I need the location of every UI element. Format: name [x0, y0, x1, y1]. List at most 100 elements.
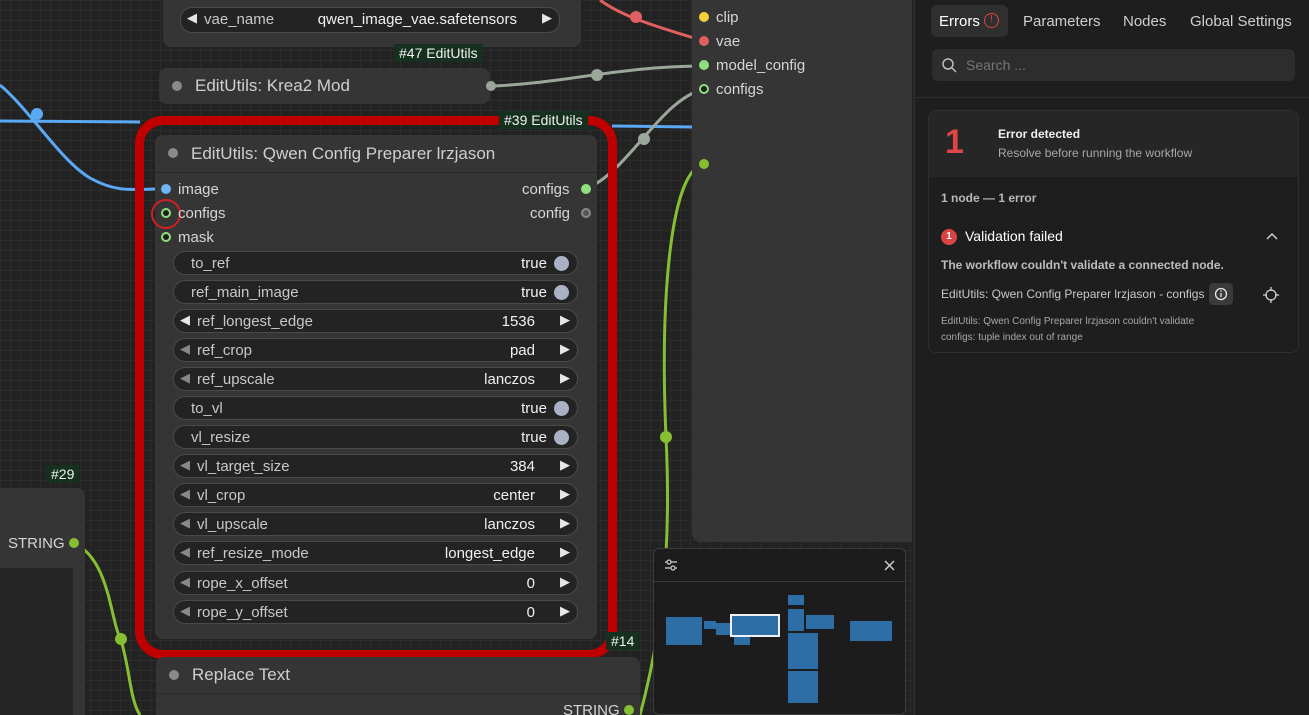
increment-arrow-icon[interactable]: ▶: [560, 544, 570, 560]
node-title: Replace Text: [192, 665, 290, 684]
widget-value: pad: [509, 342, 535, 359]
increment-arrow-icon[interactable]: ▶: [560, 370, 570, 386]
node-29[interactable]: [0, 488, 85, 715]
info-icon[interactable]: [1209, 283, 1233, 305]
decrement-arrow-icon[interactable]: ◀: [180, 486, 190, 502]
toggle-knob-icon[interactable]: [554, 285, 569, 300]
input-slot-string[interactable]: [699, 159, 709, 169]
widget-rope-x-offset[interactable]: ◀ rope_x_offset 0 ▶: [173, 571, 578, 595]
widget-ref-upscale[interactable]: ◀ ref_upscale lanczos ▶: [173, 367, 578, 391]
increment-arrow-icon[interactable]: ▶: [560, 574, 570, 590]
input-label-image: image: [178, 181, 219, 198]
widget-label: ref_resize_mode: [197, 545, 309, 562]
locate-crosshair-icon[interactable]: [1263, 287, 1279, 303]
title-divider: [155, 172, 597, 173]
output-slot-configs[interactable]: [581, 184, 591, 194]
widget-value: 0: [526, 604, 535, 621]
output-slot-string[interactable]: [624, 705, 634, 715]
link-reroute-dot: [660, 431, 672, 443]
tab-nodes[interactable]: Nodes: [1123, 13, 1166, 30]
widget-rope-y-offset[interactable]: ◀ rope_y_offset 0 ▶: [173, 600, 578, 624]
widget-vl-target-size[interactable]: ◀ vl_target_size 384 ▶: [173, 454, 578, 478]
widget-ref-resize-mode[interactable]: ◀ ref_resize_mode longest_edge ▶: [173, 541, 578, 565]
increment-arrow-icon[interactable]: ▶: [560, 341, 570, 357]
validation-title: Validation failed: [965, 228, 1063, 244]
vae-loader-node[interactable]: ◀ vae_name qwen_image_vae.safetensors ▶: [163, 0, 581, 47]
input-label-mask: mask: [178, 229, 214, 246]
minimap-viewport[interactable]: [730, 614, 780, 637]
side-panel: Errors ! Parameters Nodes Global Setting…: [913, 0, 1309, 715]
widget-ref-longest-edge[interactable]: ◀ ref_longest_edge 1536 ▶: [173, 309, 578, 333]
output-slot-dot[interactable]: [486, 81, 496, 91]
link-reroute-dot: [591, 69, 603, 81]
widget-label: vl_crop: [197, 487, 246, 504]
node-reference-link[interactable]: EditUtils: Qwen Config Preparer lrzjason…: [941, 287, 1204, 301]
widget-value: true: [521, 255, 547, 272]
widget-value: 1536: [501, 313, 535, 330]
minimap-node: [850, 621, 892, 641]
krea2-node[interactable]: EditUtils: Krea2 Mod: [159, 68, 490, 104]
output-slot-config[interactable]: [581, 208, 591, 218]
node-canvas[interactable]: ◀ vae_name qwen_image_vae.safetensors ▶ …: [0, 0, 912, 715]
toggle-knob-icon[interactable]: [554, 256, 569, 271]
decrement-arrow-icon[interactable]: ◀: [180, 312, 190, 328]
widget-vl-upscale[interactable]: ◀ vl_upscale lanczos ▶: [173, 512, 578, 536]
widget-vl-resize[interactable]: vl_resize true: [173, 425, 578, 449]
decrement-arrow-icon[interactable]: ◀: [180, 574, 190, 590]
group-label: 1 node — 1 error: [941, 191, 1037, 205]
search-box[interactable]: [932, 49, 1295, 81]
tab-errors[interactable]: Errors !: [931, 5, 1008, 37]
collapse-dot-icon[interactable]: [168, 148, 178, 158]
node-title: EditUtils: Krea2 Mod: [195, 76, 350, 95]
toggle-knob-icon[interactable]: [554, 401, 569, 416]
widget-label: to_vl: [191, 400, 223, 417]
widget-vl-crop[interactable]: ◀ vl_crop center ▶: [173, 483, 578, 507]
decrement-arrow-icon[interactable]: ◀: [180, 457, 190, 473]
widget-ref-crop[interactable]: ◀ ref_crop pad ▶: [173, 338, 578, 362]
close-icon[interactable]: [884, 560, 895, 571]
output-slot-clip[interactable]: [699, 12, 709, 22]
tab-global-settings[interactable]: Global Settings: [1190, 13, 1292, 30]
widget-to-vl[interactable]: to_vl true: [173, 396, 578, 420]
text-area[interactable]: [0, 568, 73, 715]
decrement-arrow-icon[interactable]: ◀: [187, 10, 197, 26]
collapse-dot-icon[interactable]: [169, 670, 179, 680]
output-slot-model-config[interactable]: [699, 60, 709, 70]
increment-arrow-icon[interactable]: ▶: [560, 603, 570, 619]
widget-value: true: [521, 400, 547, 417]
collapse-dot-icon[interactable]: [172, 81, 182, 91]
search-input[interactable]: [966, 55, 1286, 75]
increment-arrow-icon[interactable]: ▶: [560, 486, 570, 502]
output-slot-configs[interactable]: [699, 84, 709, 94]
decrement-arrow-icon[interactable]: ◀: [180, 603, 190, 619]
validation-badge: 1: [941, 229, 957, 245]
link-vae: [599, 0, 705, 43]
chevron-up-icon[interactable]: [1266, 232, 1278, 240]
widget-to-ref[interactable]: to_ref true: [173, 251, 578, 275]
widget-value: longest_edge: [444, 545, 535, 562]
settings-sliders-icon[interactable]: [664, 558, 678, 572]
decrement-arrow-icon[interactable]: ◀: [180, 370, 190, 386]
widget-label: rope_y_offset: [197, 604, 288, 621]
increment-arrow-icon[interactable]: ▶: [542, 10, 552, 26]
decrement-arrow-icon[interactable]: ◀: [180, 544, 190, 560]
output-slot-string[interactable]: [69, 538, 79, 548]
tab-errors-label: Errors: [939, 13, 980, 30]
decrement-arrow-icon[interactable]: ◀: [180, 341, 190, 357]
minimap[interactable]: [653, 548, 906, 715]
widget-ref-main-image[interactable]: ref_main_image true: [173, 280, 578, 304]
output-slot-vae[interactable]: [699, 36, 709, 46]
input-slot-configs[interactable]: [161, 208, 171, 218]
input-slot-mask[interactable]: [161, 232, 171, 242]
decrement-arrow-icon[interactable]: ◀: [180, 515, 190, 531]
error-summary-title: Error detected: [998, 127, 1081, 141]
increment-arrow-icon[interactable]: ▶: [560, 312, 570, 328]
vae-name-widget[interactable]: ◀ vae_name qwen_image_vae.safetensors ▶: [180, 7, 560, 33]
increment-arrow-icon[interactable]: ▶: [560, 515, 570, 531]
error-card: 1 Error detected Resolve before running …: [928, 110, 1299, 353]
node-badge-29: #29: [46, 465, 80, 483]
toggle-knob-icon[interactable]: [554, 430, 569, 445]
increment-arrow-icon[interactable]: ▶: [560, 457, 570, 473]
input-slot-image[interactable]: [161, 184, 171, 194]
tab-parameters[interactable]: Parameters: [1023, 13, 1101, 30]
